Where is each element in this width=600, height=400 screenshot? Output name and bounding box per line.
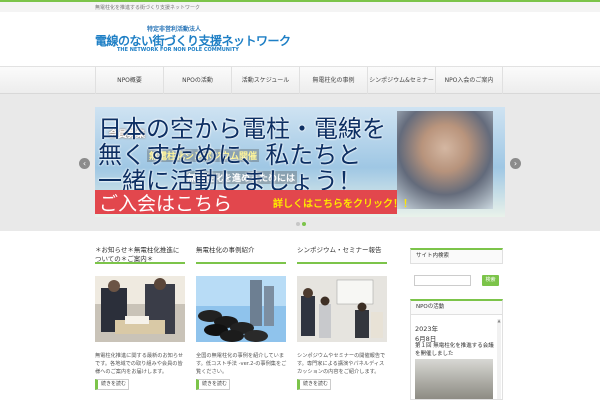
hero-slide[interactable]: 会員募集 無電柱化シンポジウム開催 無電柱化を進めるためには 日本の空から電柱・… [95, 107, 505, 217]
site-logo[interactable]: 特定非営利活動法人 電線のない街づくり支援ネットワーク THE NETWORK … [95, 24, 291, 56]
nav-item-schedule[interactable]: 活動スケジュール [231, 67, 299, 94]
post-thumbnail[interactable] [297, 276, 387, 342]
read-more-button[interactable]: 続きを読む [297, 379, 331, 390]
search-widget: サイト内検索 検索 [410, 248, 503, 294]
read-more-button[interactable]: 続きを読む [196, 379, 230, 390]
post-thumbnail[interactable] [95, 276, 185, 342]
slider-dot-active[interactable] [302, 222, 306, 226]
nav-item-cases[interactable]: 無電柱化の事例 [299, 67, 367, 94]
tagline: 無電柱化を推進する街づくり支援ネットワーク [95, 5, 201, 11]
logo-english: THE NETWORK FOR NON POLE COMMUNITY [117, 47, 239, 53]
news-year: 2023年 [415, 325, 439, 333]
post-thumbnail[interactable] [196, 276, 286, 342]
news-widget-title: NPOの活動 [410, 299, 503, 315]
slider-prev-arrow-icon[interactable]: ‹ [79, 158, 90, 169]
search-button[interactable]: 検索 [482, 275, 499, 286]
news-scrollbar[interactable] [497, 319, 501, 399]
nav-item-activities[interactable]: NPOの活動 [163, 67, 231, 94]
post-card: シンポジウム・セミナー報告 シンポジウムやセミナーの開催報告です。専門家による講… [297, 246, 387, 396]
top-bar: 無電柱化を推進する街づくり支援ネットワーク [0, 0, 600, 12]
join-cta: 詳しくはこちらをクリック！！ [273, 199, 413, 210]
search-widget-title: サイト内検索 [410, 248, 503, 264]
news-feed[interactable]: 2023年 6月8日 第１回 無電柱化を推進する会議を開催しました ▲ [410, 315, 503, 400]
nav-item-about[interactable]: NPO概要 [95, 67, 163, 94]
join-banner[interactable]: ご入会はこちら 詳しくはこちらをクリック！！ [95, 190, 413, 215]
scroll-up-icon[interactable]: ▲ [497, 319, 501, 323]
search-input[interactable] [414, 275, 471, 286]
post-card: ＊お知らせ＊無電柱化推進についての＊ご案内＊ 無電柱化推進に関する最新のお知らせ… [95, 246, 185, 396]
main-nav: NPO概要 NPOの活動 活動スケジュール 無電柱化の事例 シンポジウム&セミナ… [0, 66, 600, 94]
slider-next-arrow-icon[interactable]: › [510, 158, 521, 169]
news-photo[interactable] [415, 359, 493, 399]
post-title[interactable]: 無電柱化の事例紹介 [196, 246, 286, 264]
nav-item-symposium[interactable]: シンポジウム&セミナー [367, 67, 435, 94]
post-excerpt: シンポジウムやセミナーの開催報告です。専門家による講演やパネルディスカッションの… [297, 353, 386, 375]
post-title[interactable]: シンポジウム・セミナー報告 [297, 246, 387, 264]
post-title[interactable]: ＊お知らせ＊無電柱化推進についての＊ご案内＊ [95, 246, 185, 264]
news-title[interactable]: 第１回 無電柱化を推進する会議を開催しました [415, 342, 495, 358]
slider-pagination [296, 211, 310, 226]
slider-dot[interactable] [296, 222, 300, 226]
nav-item-membership[interactable]: NPO入会のご案内 [435, 67, 503, 94]
join-label: ご入会はこちら [99, 193, 233, 215]
read-more-button[interactable]: 続きを読む [95, 379, 129, 390]
post-excerpt: 無電柱化推進に関する最新のお知らせです。各地域での取り組みや会員の皆様へのご案内… [95, 353, 184, 375]
post-card: 無電柱化の事例紹介 全国の無電柱化の事例を紹介しています。低コスト手法 -ver… [196, 246, 286, 396]
news-widget: NPOの活動 [410, 299, 503, 315]
post-excerpt: 全国の無電柱化の事例を紹介しています。低コスト手法 -ver.2-の事例集をご覧… [196, 353, 287, 375]
